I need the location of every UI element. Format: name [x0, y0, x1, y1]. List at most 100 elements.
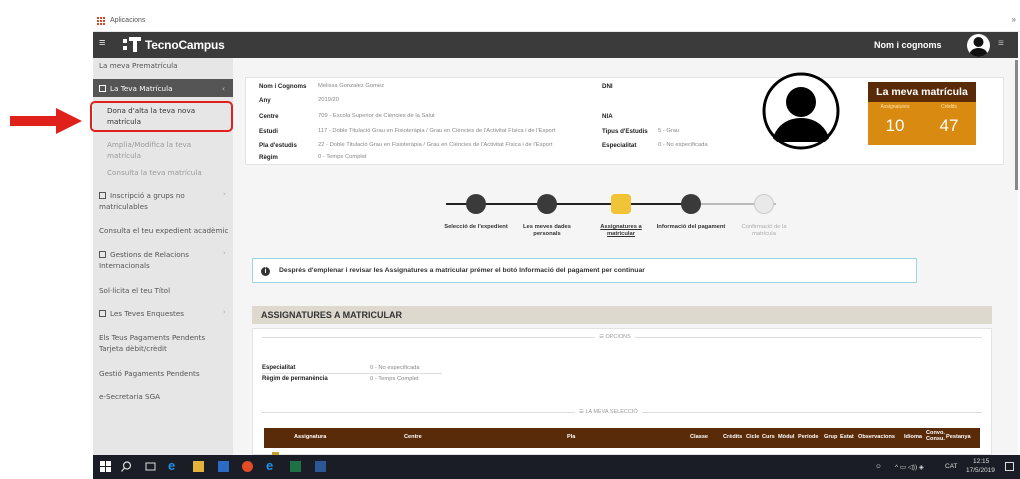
app-logo-text[interactable]: TecnoCampus: [145, 38, 225, 52]
task-view-icon[interactable]: [145, 461, 156, 472]
col-grup[interactable]: Grup: [824, 434, 837, 440]
windows-start-icon[interactable]: [100, 461, 111, 472]
tray-icons[interactable]: ^ ▭ ◁)) ◈: [895, 463, 924, 471]
col-convo[interactable]: Convo. Consu.: [926, 430, 945, 442]
dni-label: DNI: [602, 83, 613, 90]
opt-regim-value: 0 - Temps Complet: [370, 376, 419, 382]
col-cicle[interactable]: Cicle: [746, 434, 759, 440]
step-2-label[interactable]: Les meves dades personals: [512, 224, 582, 238]
hamburger-icon[interactable]: ≡: [99, 37, 105, 49]
clock-time[interactable]: 12:15: [973, 458, 989, 465]
language-indicator[interactable]: CAT: [945, 463, 958, 470]
any-label: Any: [259, 97, 271, 104]
sidebar-item-label: Inscripció a grups no matriculables: [99, 191, 185, 211]
regim-value: 0 - Temps Complet: [318, 154, 367, 160]
summary-box: La meva matrícula Assignatures Crèdits 1…: [868, 82, 976, 145]
edge-icon[interactable]: e: [168, 458, 179, 473]
excel-icon[interactable]: [290, 461, 301, 472]
outlook-icon[interactable]: [218, 461, 229, 472]
tipus-value: 5 - Grau: [658, 128, 680, 134]
chevron-right-icon[interactable]: »: [1012, 15, 1016, 24]
screen: Aplicacions » ≡ TecnoCampus Nom i cognom…: [0, 0, 1020, 479]
scrollbar-thumb[interactable]: [1015, 60, 1018, 190]
step-5-label: Confirmació de la matrícula: [741, 224, 787, 237]
search-icon[interactable]: [121, 461, 132, 472]
opt-especialitat-value: 0 - No especificada: [370, 365, 420, 371]
col-periode[interactable]: Període: [798, 434, 819, 440]
apps-grid-icon[interactable]: [97, 17, 105, 25]
sidebar-item-expedient[interactable]: Consulta el teu expedient acadèmic: [93, 225, 233, 236]
section-header: ASSIGNATURES A MATRICULAR: [252, 306, 992, 324]
highlight-box: [90, 101, 233, 132]
user-avatar-icon[interactable]: [967, 34, 990, 57]
step-1-dot[interactable]: [466, 194, 486, 214]
app-header: ≡ TecnoCampus Nom i cognoms ≡: [93, 32, 1018, 58]
info-icon: i: [261, 267, 270, 276]
col-assignatura[interactable]: Assignatura: [294, 434, 326, 440]
chevron-right-icon: ›: [223, 308, 226, 316]
ie-icon[interactable]: e: [266, 458, 277, 473]
divider: [262, 373, 442, 374]
col-classe[interactable]: Classe: [690, 434, 708, 440]
estudi-value: 117 - Doble Titulació Grau en Fisioteràp…: [318, 128, 556, 134]
step-3-label[interactable]: Assignatures a matricular: [586, 224, 656, 238]
chevron-down-icon: ‹: [222, 84, 225, 93]
square-icon: [99, 85, 106, 92]
menu-lines-icon[interactable]: ≡: [998, 38, 1004, 49]
col-idioma[interactable]: Idioma: [904, 434, 922, 440]
step-3-dot[interactable]: [611, 194, 631, 214]
opcions-title[interactable]: ☰ OPCIONS: [595, 334, 635, 340]
sidebar-item-inscripcio[interactable]: Inscripció a grups no matriculables: [93, 190, 208, 212]
especialitat-label: Especialitat: [602, 142, 637, 149]
word-icon[interactable]: [315, 461, 326, 472]
col-observacions[interactable]: Observacions: [858, 434, 895, 440]
col-pla[interactable]: Pla: [567, 434, 575, 440]
clock-date[interactable]: 17/5/2019: [966, 467, 995, 474]
sidebar-item-label: La Teva Matrícula: [110, 84, 173, 93]
notifications-icon[interactable]: [1005, 462, 1014, 471]
sidebar-item-relacions[interactable]: Gestions de Relacions Internacionals: [93, 249, 208, 271]
col-modul[interactable]: Mòdul: [778, 434, 794, 440]
info-message: i Després d'emplenar i revisar les Assig…: [252, 258, 917, 283]
sidebar-item-la-teva-matricula[interactable]: La Teva Matrícula ‹: [93, 79, 233, 97]
table-header: Assignatura Centre Pla Classe Crèdits Ci…: [264, 428, 980, 448]
red-arrow-annotation: [10, 108, 82, 134]
nom-value: Melissa Gonzalez Gomez: [318, 83, 385, 89]
summary-title: La meva matrícula: [868, 82, 976, 102]
chrome-icon[interactable]: [242, 461, 253, 472]
chevron-right-icon: ›: [223, 190, 226, 198]
sidebar-item-pagaments[interactable]: Els Teus Pagaments Pendents Tarjeta dèbi…: [93, 332, 218, 354]
col-pestanya[interactable]: Pestanya: [946, 434, 971, 440]
bookmarks-bar: Aplicacions »: [93, 12, 1020, 32]
step-2-dot[interactable]: [537, 194, 557, 214]
centre-label: Centre: [259, 113, 279, 120]
step-4-dot[interactable]: [681, 194, 701, 214]
opt-regim-label: Règim de permanència: [262, 376, 328, 382]
step-1-label[interactable]: Selecció de l'expedient: [441, 224, 511, 231]
seleccio-title[interactable]: ☰ LA MEVA SELECCIÓ: [575, 409, 642, 415]
sidebar-item-consulta-matricula[interactable]: Consulta la teva matrícula: [93, 167, 233, 178]
sidebar-item-prematricula[interactable]: La meva Prematrícula: [93, 60, 233, 71]
people-icon[interactable]: ☺: [875, 463, 882, 470]
col-credits[interactable]: Crèdits: [723, 434, 742, 440]
centre-value: 709 - Escola Superior de Ciències de la …: [318, 113, 435, 119]
sidebar-item-e-secretaria[interactable]: e-Secretaria SGA: [93, 391, 233, 402]
nom-label: Nom i Cognoms: [259, 83, 307, 90]
assignatures-label: Assignatures: [880, 104, 910, 110]
chevron-right-icon: ›: [223, 249, 226, 257]
step-4-label[interactable]: Informació del pagament: [656, 224, 726, 231]
tecnocampus-logo-icon: [123, 37, 141, 52]
sidebar-item-gestio-pagaments[interactable]: Gestió Pagaments Pendents: [93, 368, 233, 379]
col-curs[interactable]: Curs: [762, 434, 775, 440]
user-name[interactable]: Nom i cognoms: [874, 40, 942, 50]
especialitat-value: 0 - No especificada: [658, 142, 708, 148]
bookmark-apps[interactable]: Aplicacions: [110, 17, 145, 24]
sidebar-item-titol[interactable]: Sol·licita el teu Títol: [93, 285, 233, 296]
sidebar-item-enquestes[interactable]: Les Teves Enquestes: [93, 308, 233, 319]
sidebar-item-amplia[interactable]: Amplia/Modifica la teva matrícula: [93, 139, 213, 161]
col-estat[interactable]: Estat: [840, 434, 854, 440]
col-centre[interactable]: Centre: [404, 434, 422, 440]
square-icon: [99, 192, 106, 199]
windows-taskbar: e e ☺ ^ ▭ ◁)) ◈ CAT 12:15 17/5/2019: [93, 455, 1020, 479]
file-explorer-icon[interactable]: [193, 461, 204, 472]
